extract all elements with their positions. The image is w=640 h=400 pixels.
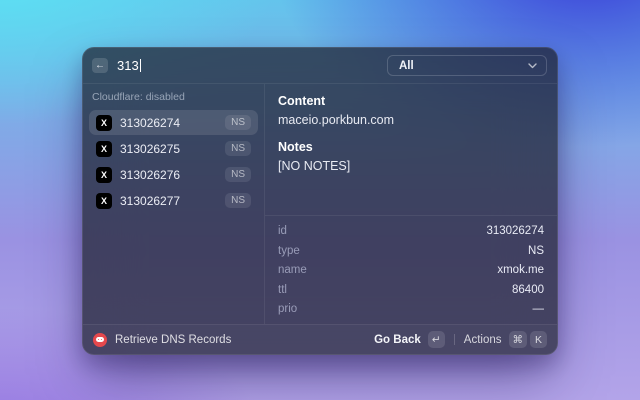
detail-section-content: Content maceio.porkbun.com	[278, 94, 543, 127]
record-x-icon: X	[96, 115, 112, 131]
footer-divider	[454, 334, 455, 345]
record-type-badge: NS	[225, 141, 251, 156]
record-id: 313026274	[120, 116, 180, 130]
metadata-row: prio —	[278, 300, 544, 320]
record-type-badge: NS	[225, 167, 251, 182]
list-item[interactable]: X 313026274 NS	[89, 110, 258, 135]
list-item[interactable]: X 313026277 NS	[89, 188, 258, 213]
metadata-label: ttl	[278, 284, 287, 296]
record-id: 313026275	[120, 142, 180, 156]
record-id: 313026277	[120, 194, 180, 208]
metadata-panel: id 313026274 type NS name xmok.me ttl 86…	[265, 215, 557, 325]
metadata-label: type	[278, 245, 300, 257]
metadata-value: 313026274	[486, 225, 544, 237]
pig-snout-icon	[96, 337, 104, 342]
section-header: Cloudflare: disabled	[92, 91, 255, 103]
go-back-button[interactable]: Go Back	[374, 334, 421, 346]
record-x-icon: X	[96, 141, 112, 157]
command-key-icon: ⌘	[509, 331, 528, 348]
list-item[interactable]: X 313026275 NS	[89, 136, 258, 161]
metadata-label: name	[278, 264, 307, 276]
metadata-row: id 313026274	[278, 222, 544, 242]
metadata-value: 86400	[512, 284, 544, 296]
results-list: Cloudflare: disabled X 313026274 NS X 31…	[83, 84, 265, 324]
detail-heading: Content	[278, 94, 543, 108]
footer-actions: Go Back ↵ Actions ⌘ K	[374, 331, 547, 348]
metadata-row: name xmok.me	[278, 261, 544, 281]
detail-pane: Content maceio.porkbun.com Notes [NO NOT…	[265, 84, 557, 324]
detail-value: maceio.porkbun.com	[278, 113, 543, 127]
record-id: 313026276	[120, 168, 180, 182]
list-item[interactable]: X 313026276 NS	[89, 162, 258, 187]
metadata-value: —	[533, 303, 545, 315]
record-x-icon: X	[96, 167, 112, 183]
command-title: Retrieve DNS Records	[115, 334, 231, 346]
return-key-icon: ↵	[428, 331, 445, 348]
search-value: 313	[117, 58, 139, 73]
metadata-row: ttl 86400	[278, 280, 544, 300]
back-button[interactable]: ←	[92, 58, 108, 73]
detail-value: [NO NOTES]	[278, 159, 543, 173]
metadata-value: NS	[528, 245, 544, 257]
filter-dropdown[interactable]: All	[387, 55, 547, 76]
record-type-badge: NS	[225, 193, 251, 208]
detail-content: Content maceio.porkbun.com Notes [NO NOT…	[265, 84, 557, 215]
command-palette-window: ← 313 All Cloudflare: disabled X 3130262…	[82, 47, 558, 355]
text-caret	[140, 59, 142, 72]
search-input[interactable]: 313	[117, 58, 141, 73]
detail-section-notes: Notes [NO NOTES]	[278, 140, 543, 173]
search-header: ← 313 All	[83, 48, 557, 83]
k-key-icon: K	[530, 331, 547, 348]
actions-button[interactable]: Actions	[464, 334, 502, 346]
actions-shortcut: ⌘ K	[509, 331, 548, 348]
detail-heading: Notes	[278, 140, 543, 154]
main-area: Cloudflare: disabled X 313026274 NS X 31…	[83, 84, 557, 324]
metadata-label: id	[278, 225, 287, 237]
record-type-badge: NS	[225, 115, 251, 130]
metadata-value: xmok.me	[497, 264, 544, 276]
porkbun-app-icon	[93, 333, 107, 347]
filter-dropdown-value: All	[399, 60, 414, 72]
action-bar: Retrieve DNS Records Go Back ↵ Actions ⌘…	[83, 324, 557, 354]
back-arrow-icon: ←	[95, 60, 105, 71]
record-x-icon: X	[96, 193, 112, 209]
chevron-down-icon	[528, 63, 537, 69]
metadata-label: prio	[278, 303, 297, 315]
metadata-row: type NS	[278, 241, 544, 261]
